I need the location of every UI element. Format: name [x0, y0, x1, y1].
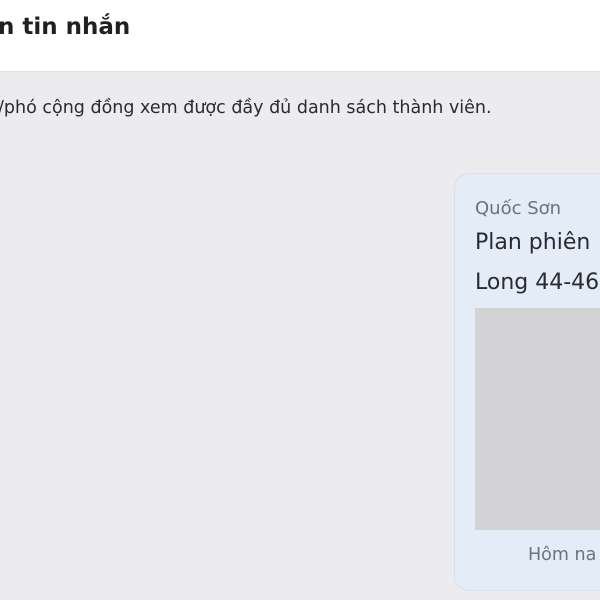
- message-text-line: Plan phiên: [475, 230, 591, 255]
- page-title: n tin nhắn: [0, 14, 131, 40]
- message-timestamp: Hôm na: [528, 545, 597, 565]
- sender-name: Quốc Sơn: [475, 198, 562, 219]
- notice-text: /phó cộng đồng xem được đầy đủ danh sách…: [0, 98, 492, 118]
- message-text-line: Long 44-46: [475, 270, 600, 295]
- header-bar: n tin nhắn: [0, 0, 600, 72]
- message-pane[interactable]: /phó cộng đồng xem được đầy đủ danh sách…: [0, 72, 600, 600]
- attached-image[interactable]: [475, 308, 600, 530]
- message-bubble[interactable]: Quốc Sơn Plan phiên Long 44-46 Hôm na: [455, 174, 600, 590]
